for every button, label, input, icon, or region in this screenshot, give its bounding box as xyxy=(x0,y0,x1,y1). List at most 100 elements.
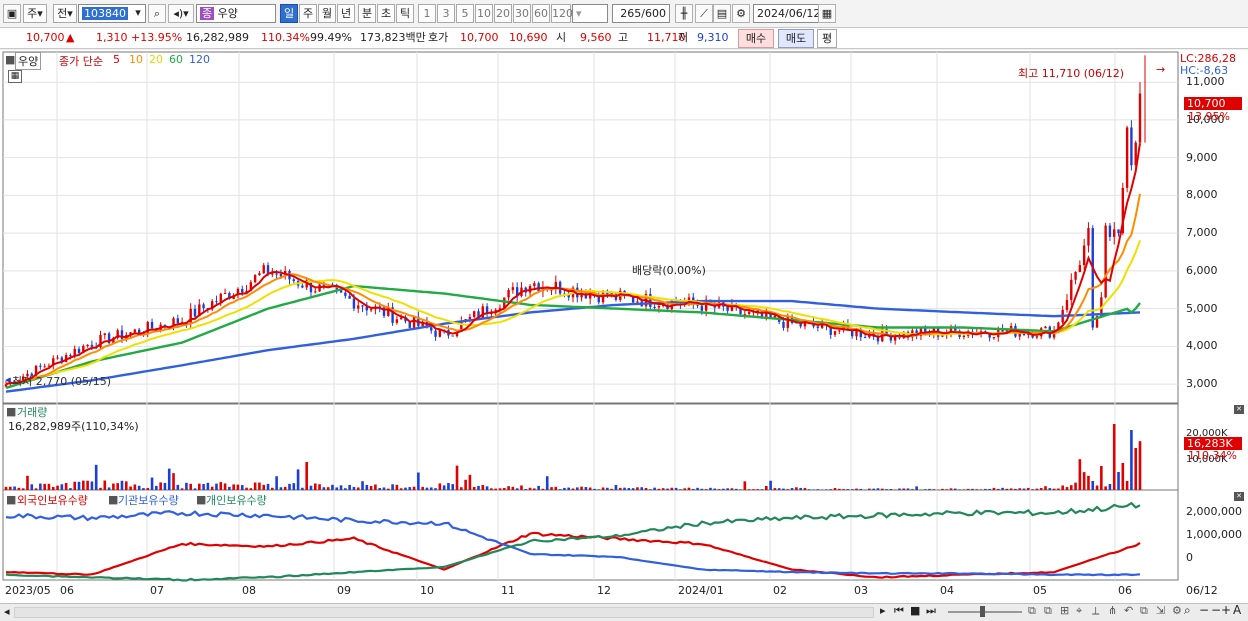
candle-body xyxy=(1082,245,1086,266)
volume-bar xyxy=(730,488,734,490)
pattern-icon[interactable]: ⋔ xyxy=(1108,604,1117,617)
volume-bar xyxy=(301,487,304,490)
export-icon[interactable]: ⇲ xyxy=(1156,604,1165,617)
volume-bar xyxy=(374,484,377,490)
speaker-icon[interactable]: ◂)▾ xyxy=(168,4,194,23)
x-tick-label: 06 xyxy=(1118,584,1132,597)
volume-bar xyxy=(107,487,111,490)
prev-select[interactable]: 전▾ xyxy=(53,4,77,23)
volume-bar xyxy=(460,487,463,490)
volume-bar xyxy=(335,487,339,490)
holding-panel-marker: ■ xyxy=(6,493,17,506)
period-month-button[interactable]: 월 xyxy=(318,4,336,23)
tick-10-button[interactable]: 10 xyxy=(475,4,493,23)
panel-icon[interactable]: ⧉ xyxy=(1044,604,1052,618)
scroll-left-icon[interactable]: ◂ xyxy=(4,605,10,618)
tick-60-label: 60 xyxy=(534,7,548,20)
candle-body xyxy=(86,344,89,347)
volume-close-icon[interactable]: ✕ xyxy=(1234,405,1244,414)
candle-body xyxy=(348,295,351,299)
volume-bar xyxy=(502,488,506,490)
volume-bar xyxy=(743,481,747,490)
gear-icon[interactable]: ⚙ xyxy=(732,4,750,23)
layout-icon[interactable]: ⧉ xyxy=(1028,604,1036,618)
candle-body xyxy=(1074,271,1077,280)
scroll-right-icon[interactable]: ▸ xyxy=(880,604,886,617)
period-second-button[interactable]: 초 xyxy=(377,4,395,23)
tick-5-button[interactable]: 5 xyxy=(456,4,474,23)
volume-bar xyxy=(816,489,820,490)
date-input[interactable]: 2024/06/12 xyxy=(753,4,820,23)
zoom-slider-handle[interactable] xyxy=(980,606,985,617)
period-tick-button[interactable]: 틱 xyxy=(396,4,414,23)
first-page-icon[interactable]: ⏮ xyxy=(894,604,904,618)
zoom-in-icon[interactable]: + xyxy=(1221,603,1231,617)
volume-bar xyxy=(240,485,244,490)
chart-canvas[interactable] xyxy=(0,50,1248,603)
zoom-slider[interactable] xyxy=(948,611,1022,613)
zoom-in-minus-icon[interactable]: − xyxy=(1211,603,1221,617)
tick-3-button[interactable]: 3 xyxy=(437,4,455,23)
copy-icon[interactable]: ⧉ xyxy=(1140,604,1148,618)
tick-custom-select[interactable]: ▾ xyxy=(572,4,608,23)
volume-bar xyxy=(43,483,46,490)
tick-30-button[interactable]: 30 xyxy=(513,4,531,23)
tick-10-label: 10 xyxy=(477,7,491,20)
tick-60-button[interactable]: 60 xyxy=(532,4,550,23)
period-week-button[interactable]: 주 xyxy=(299,4,317,23)
volume-bar xyxy=(206,482,210,490)
last-page-icon[interactable]: ⏭ xyxy=(926,604,936,618)
period-day-button[interactable]: 일 xyxy=(280,4,298,23)
average-button[interactable]: 평 xyxy=(817,29,837,48)
calendar-icon[interactable]: ▦ xyxy=(818,4,836,23)
tick-1-button[interactable]: 1 xyxy=(418,4,436,23)
crosshair-icon[interactable]: ⌖ xyxy=(1076,604,1082,618)
volume-bar xyxy=(1108,484,1112,490)
volume-bar xyxy=(86,480,89,490)
search-icon[interactable]: ⌕ xyxy=(148,4,166,23)
count-input[interactable]: 265/600 xyxy=(612,4,670,23)
sell-button[interactable]: 매도 xyxy=(778,29,814,48)
volume-bar xyxy=(163,482,167,490)
stop-icon[interactable]: ■ xyxy=(910,604,920,617)
volume-bar xyxy=(112,483,115,490)
x-tick-label: 10 xyxy=(420,584,434,597)
window-menu-icon[interactable]: ▣ xyxy=(3,4,21,23)
volume-bar xyxy=(408,487,412,490)
tick-20-button[interactable]: 20 xyxy=(494,4,512,23)
ruler-icon[interactable]: ⟂ xyxy=(1092,604,1099,618)
candle-body xyxy=(1035,336,1039,338)
period-year-button[interactable]: 년 xyxy=(337,4,355,23)
stock-name-field[interactable]: 종 우양 xyxy=(196,4,276,23)
split-icon[interactable]: ⊞ xyxy=(1060,604,1069,617)
magnifier-icon[interactable]: ⌕ xyxy=(1184,603,1191,618)
tick-120-button[interactable]: 120 xyxy=(551,4,573,23)
horizontal-scrollbar[interactable] xyxy=(14,607,874,618)
stock-name-badge: 종 xyxy=(200,7,215,20)
font-size-icon[interactable]: A xyxy=(1233,603,1241,617)
history-icon[interactable]: ↶ xyxy=(1124,604,1133,617)
volume-bar xyxy=(915,486,918,490)
chart-area[interactable]: ■ 우양 종가 단순 5 10 20 60 120 ▦ LC:286,28 HC… xyxy=(0,50,1248,603)
period-minute-button[interactable]: 분 xyxy=(358,4,376,23)
table-icon[interactable]: ▦ xyxy=(8,70,22,83)
price-panel-name[interactable]: 우양 xyxy=(15,52,42,70)
candle-icon[interactable]: ╫ xyxy=(675,4,693,23)
draw-line-icon[interactable]: ⟋ xyxy=(695,4,713,23)
save-icon[interactable]: ▤ xyxy=(713,4,731,23)
volume-bar xyxy=(253,482,257,490)
average-label: 평 xyxy=(821,32,833,45)
dropdown-icon[interactable]: ▾ xyxy=(130,4,146,23)
zoom-out-icon[interactable]: − xyxy=(1199,603,1209,617)
volume-bar xyxy=(734,488,738,490)
volume-bar xyxy=(554,486,558,490)
type-select[interactable]: 주▾ xyxy=(23,4,47,23)
buy-button[interactable]: 매수 xyxy=(738,29,774,48)
volume-bar xyxy=(468,474,472,490)
holding-close-icon[interactable]: ✕ xyxy=(1234,492,1244,501)
ma60-label: 60 xyxy=(169,53,183,66)
volume-bar xyxy=(69,488,72,490)
chart-settings-icon[interactable]: ⚙ xyxy=(1172,604,1182,617)
period-year-label: 년 xyxy=(340,7,352,20)
low-label: 저 xyxy=(678,31,689,44)
